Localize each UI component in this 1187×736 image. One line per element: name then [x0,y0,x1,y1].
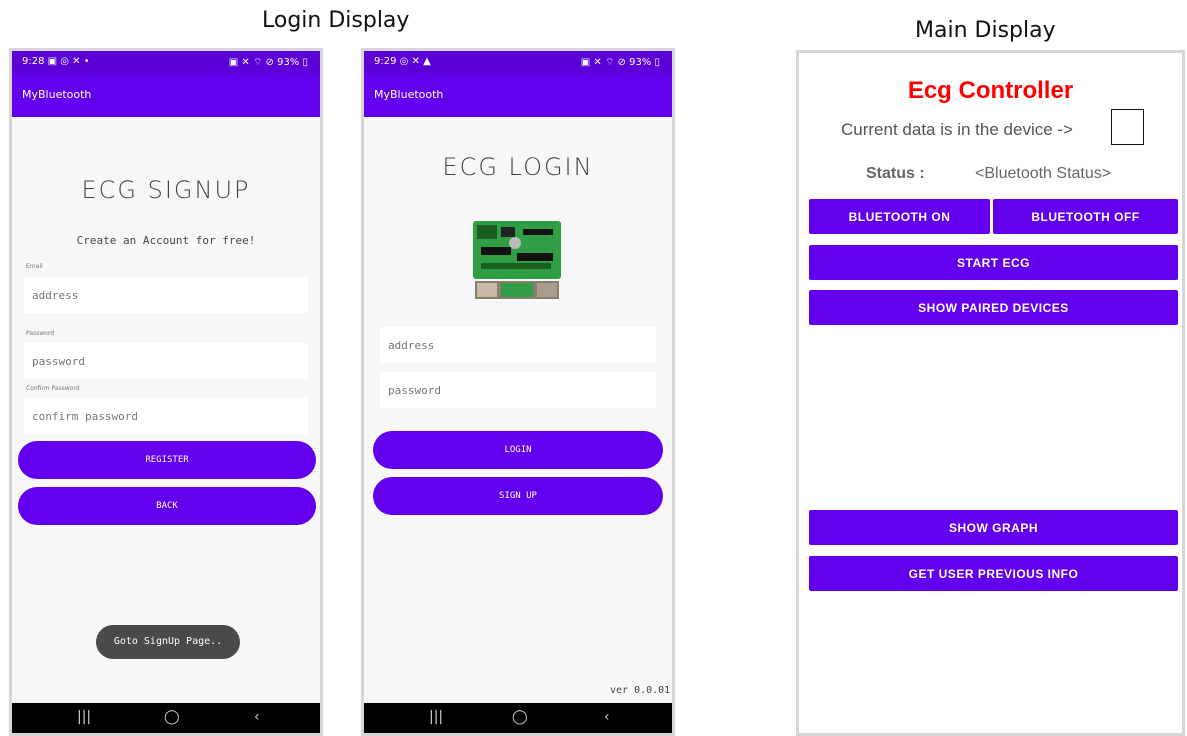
app-bar: MyBluetooth [12,73,320,117]
status-label: Status : [866,165,925,182]
recents-button[interactable]: ||| [429,709,443,725]
bluetooth-on-button[interactable]: BLUETOOTH ON [809,199,990,234]
status-left: 9:29 ◎ ✕ ▲ [374,56,431,67]
nav-bar: ||| ◯ ‹ [12,703,320,733]
email-field[interactable] [24,277,308,313]
signup-phone: 9:28 ▣ ◎ ✕ • ▣ ✕ ⌔ ⊘ 93% ▯ MyBluetooth E… [9,48,323,736]
register-button[interactable]: REGISTER [18,441,316,479]
paired-devices-list[interactable] [809,333,1178,503]
back-nav-button[interactable]: ‹ [604,709,610,725]
status-bar: 9:29 ◎ ✕ ▲ ▣ ✕ ⌔ ⊘ 93% ▯ [364,51,672,73]
current-data-checkbox[interactable] [1111,109,1144,145]
back-button[interactable]: BACK [18,487,316,525]
start-ecg-button[interactable]: START ECG [809,245,1178,280]
password-field[interactable] [24,343,308,379]
status-left: 9:28 ▣ ◎ ✕ • [22,56,90,67]
caption-main-display: Main Display [915,18,1056,43]
home-button[interactable]: ◯ [512,709,528,725]
back-nav-button[interactable]: ‹ [254,709,260,725]
email-label: Email [26,263,43,270]
app-title: Ecg Controller [907,77,1074,104]
recents-button[interactable]: ||| [77,709,91,725]
signup-button[interactable]: SIGN UP [373,477,663,515]
status-bar: 9:28 ▣ ◎ ✕ • ▣ ✕ ⌔ ⊘ 93% ▯ [12,51,320,73]
nav-bar: ||| ◯ ‹ [364,703,672,733]
page-title: ECG SIGNUP [81,176,251,204]
password-label: Password [26,330,55,337]
home-button[interactable]: ◯ [164,709,180,725]
login-button[interactable]: LOGIN [373,431,663,469]
app-title: MyBluetooth [374,88,444,101]
toast-message: Goto SignUp Page.. [96,625,240,659]
show-graph-button[interactable]: SHOW GRAPH [809,510,1178,545]
app-bar: MyBluetooth [364,73,672,117]
confirm-password-field[interactable] [24,398,308,434]
ecg-board-graphic [473,221,561,299]
subtitle: Create an Account for free! [76,234,256,247]
get-user-previous-info-button[interactable]: GET USER PREVIOUS INFO [809,556,1178,591]
bluetooth-off-button[interactable]: BLUETOOTH OFF [993,199,1178,234]
ecg-board-image [471,219,563,301]
page-title: ECG LOGIN [442,153,594,181]
main-display-panel: Ecg Controller Current data is in the de… [796,50,1185,736]
app-title: MyBluetooth [22,88,92,101]
status-right: ▣ ✕ ⌔ ⊘ 93% ▯ [580,57,660,68]
current-data-label: Current data is in the device -> [841,120,1073,139]
version-label: ver 0.0.01 [610,685,671,696]
confirm-password-label: Confirm Password [26,385,80,392]
status-right: ▣ ✕ ⌔ ⊘ 93% ▯ [228,57,308,68]
show-paired-devices-button[interactable]: SHOW PAIRED DEVICES [809,290,1178,325]
password-field[interactable] [380,372,656,408]
caption-login-display: Login Display [262,8,410,33]
login-phone: 9:29 ◎ ✕ ▲ ▣ ✕ ⌔ ⊘ 93% ▯ MyBluetooth ECG… [361,48,675,736]
status-value: <Bluetooth Status> [975,165,1112,182]
address-field[interactable] [380,327,656,363]
